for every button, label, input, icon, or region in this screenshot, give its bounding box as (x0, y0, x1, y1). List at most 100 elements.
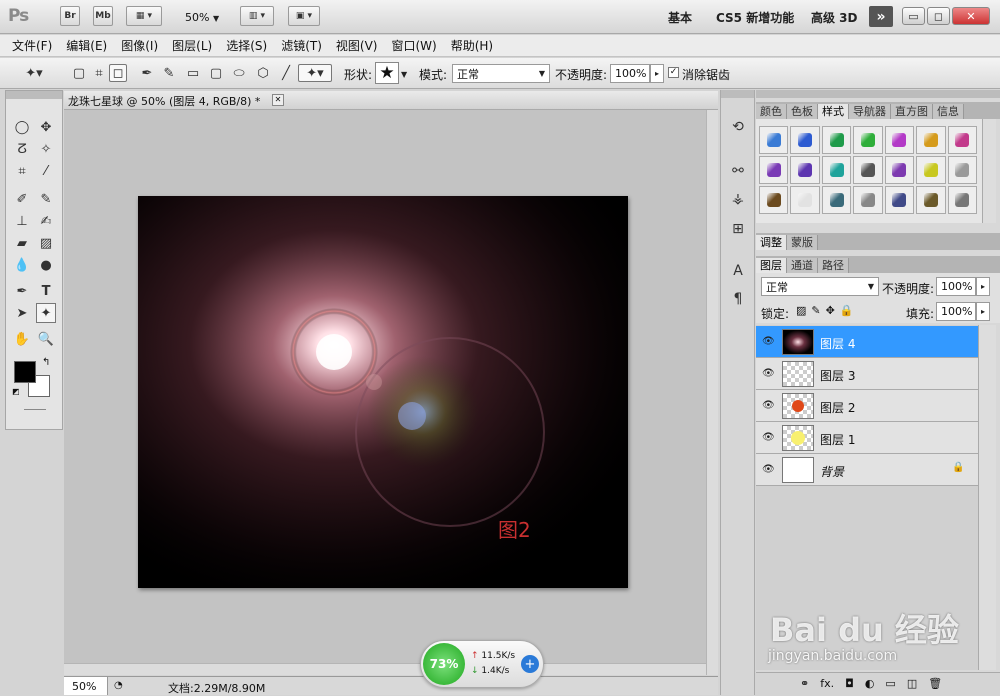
tab-swatches[interactable]: 色板 (787, 104, 818, 119)
paragraph-panel-button[interactable]: ¶ (727, 288, 749, 310)
minibridge-button[interactable]: Mb (93, 6, 113, 26)
swap-colors-icon[interactable]: ↰ (42, 357, 50, 368)
style-swatch[interactable] (790, 186, 820, 214)
move-tool[interactable]: ✥ (36, 117, 56, 137)
style-swatch[interactable] (821, 186, 852, 214)
group-icon[interactable]: ▭ (885, 677, 895, 695)
tool-preset-picker[interactable]: ✦▾ (20, 64, 48, 82)
menu-file[interactable]: 文件(F) (12, 37, 52, 54)
tab-channels[interactable]: 通道 (787, 258, 818, 273)
healing-brush-tool[interactable]: ✐ (12, 189, 32, 209)
menu-edit[interactable]: 编辑(E) (66, 37, 107, 54)
tab-color[interactable]: 颜色 (756, 104, 787, 119)
network-speed-widget[interactable]: 73% ↑ 11.5K/s ↓ 1.4K/s + (420, 640, 544, 688)
brush-panel-button[interactable]: ⚯ (727, 160, 749, 182)
eye-icon[interactable]: 👁 (762, 336, 775, 347)
mask-icon[interactable]: ◘ (845, 677, 854, 695)
zoom-level-dropdown[interactable]: 50% ▼ (185, 11, 219, 24)
workspace-cs5-new[interactable]: CS5 新增功能 (716, 9, 794, 26)
close-window-button[interactable]: ✕ (952, 7, 990, 25)
layer-row-2[interactable]: 👁 图层 2 (756, 390, 978, 422)
style-swatch[interactable] (916, 156, 946, 184)
vertical-scrollbar[interactable] (706, 110, 718, 675)
bridge-button[interactable]: Br (60, 6, 80, 26)
blur-tool[interactable]: 💧 (12, 255, 32, 275)
status-info-icon[interactable]: ◔ (114, 680, 123, 691)
close-document-button[interactable]: ✕ (272, 94, 284, 106)
ellipse-button[interactable]: ⬭ (230, 64, 248, 82)
shape-layers-button[interactable]: ▢ (70, 64, 88, 82)
blend-mode-select[interactable]: 正常 ▼ (452, 64, 550, 83)
menu-image[interactable]: 图像(I) (121, 37, 158, 54)
tab-styles[interactable]: 样式 (818, 104, 849, 119)
dodge-tool[interactable]: ● (36, 255, 56, 275)
custom-shape-button[interactable]: ✦▾ (298, 64, 332, 82)
tab-histogram[interactable]: 直方图 (891, 104, 933, 119)
layer-opacity-slider[interactable]: ▸ (976, 277, 990, 296)
zoom-tool[interactable]: 🔍 (36, 329, 56, 349)
eye-icon[interactable]: 👁 (762, 432, 775, 443)
history-panel-button[interactable]: ⟲ (727, 116, 749, 138)
workspace-essentials[interactable]: 基本 (668, 9, 692, 26)
crop-tool[interactable]: ⌗ (12, 161, 32, 181)
fill-slider[interactable]: ▸ (976, 302, 990, 321)
history-brush-tool[interactable]: ✍ (36, 211, 56, 231)
fx-icon[interactable]: fx. (820, 677, 834, 695)
fill-input[interactable]: 100% (936, 302, 976, 321)
restore-button[interactable]: ◻ (927, 7, 950, 25)
new-layer-icon[interactable]: ◫ (907, 677, 917, 695)
screen-mode-dropdown[interactable]: ▣ ▾ (288, 6, 320, 26)
hand-tool[interactable]: ✋ (12, 329, 32, 349)
type-tool[interactable]: T (36, 281, 56, 301)
foreground-color-swatch-top[interactable] (14, 361, 36, 383)
menu-window[interactable]: 窗口(W) (391, 37, 436, 54)
style-swatch[interactable] (790, 156, 820, 184)
style-swatch[interactable] (916, 186, 946, 214)
style-swatch[interactable] (821, 126, 852, 154)
menu-view[interactable]: 视图(V) (336, 37, 378, 54)
shape-picker[interactable]: ★ (375, 62, 399, 84)
pen-tool[interactable]: ✒ (12, 281, 32, 301)
eye-icon[interactable]: 👁 (762, 464, 775, 475)
character-panel-button[interactable]: A (727, 260, 749, 282)
tool-presets-button[interactable]: ⊞ (727, 218, 749, 240)
more-workspaces-button[interactable]: » (869, 6, 893, 27)
antialias-checkbox[interactable]: ✓ (668, 67, 679, 78)
style-swatch[interactable] (759, 156, 789, 184)
tab-navigator[interactable]: 导航器 (849, 104, 891, 119)
dock-header[interactable] (721, 90, 754, 98)
rectangle-shape-button[interactable]: ▭ (184, 64, 202, 82)
style-swatch[interactable] (947, 126, 977, 154)
menu-layer[interactable]: 图层(L) (172, 37, 212, 54)
layer-row-3[interactable]: 👁 图层 3 (756, 358, 978, 390)
style-swatch[interactable] (916, 126, 946, 154)
layer-row-background[interactable]: 👁 背景 🔒 (756, 454, 978, 486)
layer-opacity-input[interactable]: 100% (936, 277, 976, 296)
menu-help[interactable]: 帮助(H) (451, 37, 493, 54)
tools-panel-header[interactable] (6, 91, 62, 99)
tab-paths[interactable]: 路径 (818, 258, 849, 273)
style-swatch[interactable] (853, 156, 883, 184)
adjustment-layer-icon[interactable]: ◐ (865, 677, 875, 695)
link-layers-icon[interactable]: ⚭ (800, 677, 809, 695)
fill-pixels-button[interactable]: ◻ (109, 64, 127, 82)
panels-header[interactable] (756, 90, 1000, 98)
lock-options[interactable]: ▨✎✥🔒 (796, 304, 859, 317)
path-selection-tool[interactable]: ➤ (12, 303, 32, 323)
arrange-documents-dropdown[interactable]: ▥ ▾ (240, 6, 274, 26)
opacity-input[interactable]: 100% (610, 64, 650, 83)
style-swatch[interactable] (853, 186, 883, 214)
style-swatch[interactable] (884, 126, 915, 154)
style-swatch[interactable] (821, 156, 852, 184)
default-colors-icon[interactable]: ◩ (12, 387, 20, 396)
tab-masks[interactable]: 蒙版 (787, 235, 818, 250)
style-swatch[interactable] (853, 126, 883, 154)
menu-select[interactable]: 选择(S) (226, 37, 267, 54)
pen-tool-button[interactable]: ✒ (138, 64, 156, 82)
minimize-button[interactable]: ▭ (902, 7, 925, 25)
tab-layers[interactable]: 图层 (756, 258, 787, 273)
status-zoom-input[interactable]: 50% (64, 677, 108, 695)
styles-scrollbar[interactable] (982, 119, 996, 223)
line-button[interactable]: ╱ (277, 64, 295, 82)
rounded-rect-button[interactable]: ▢ (207, 64, 225, 82)
